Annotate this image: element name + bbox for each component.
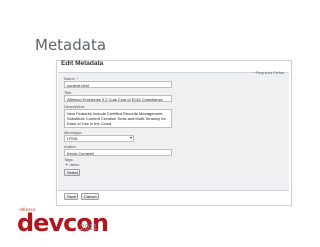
tag-icon: ✴ [65,162,69,167]
title-field[interactable]: Alfresco Enterprise 3.2 Cuts Cost of ECM… [64,95,172,102]
chevron-down-icon: ▾ [129,135,132,140]
tag-item[interactable]: ✴ demo [65,162,80,167]
mimetype-select[interactable]: HTML ▾ [64,135,134,142]
mimetype-value: HTML [67,136,78,141]
select-tags-button[interactable]: Select [64,169,80,176]
save-button[interactable]: Save [64,193,78,200]
cancel-button[interactable]: Cancel [81,193,99,200]
logo-year: 2011 [80,223,98,232]
description-field[interactable]: New Features Include Certified Records M… [64,109,172,128]
panel-header: Edit Metadata [61,60,104,67]
name-field[interactable]: content.html [64,81,172,88]
author-field[interactable]: Kevin Cornwell [64,149,172,156]
form-area [58,72,289,191]
tag-label: demo [69,162,80,167]
required-note: * Required Fields [253,70,284,75]
slide-title: Metadata [35,36,107,54]
